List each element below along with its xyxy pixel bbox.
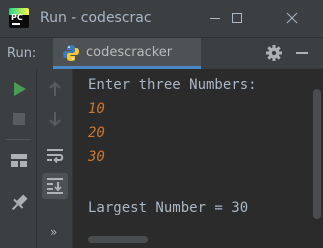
run-toolbar	[0, 69, 37, 248]
console-input-line: 30	[88, 149, 105, 165]
title-bar: PC Run - codescrac	[0, 0, 323, 37]
scroll-to-end-button[interactable]	[42, 173, 68, 199]
hide-icon	[296, 52, 308, 54]
toolbar-divider	[6, 139, 31, 140]
console-line: Largest Number = 30	[88, 200, 249, 216]
hide-panel-button[interactable]	[293, 44, 311, 62]
run-tab-label: codescracker	[86, 45, 173, 60]
pin-tab-button[interactable]	[7, 191, 31, 215]
console-input-line: 10	[88, 101, 105, 117]
console-output[interactable]: Enter three Numbers: 10 20 30 Largest Nu…	[73, 69, 323, 248]
stop-button[interactable]	[7, 107, 31, 131]
close-button[interactable]	[270, 0, 314, 37]
run-icon	[14, 82, 26, 96]
layout-icon	[11, 154, 27, 167]
down-arrow-icon	[49, 112, 61, 127]
rerun-button[interactable]	[7, 77, 31, 101]
ide-window: PC Run - codescrac Run: codescracker » E…	[0, 0, 323, 248]
run-panel-header: Run: codescracker	[0, 37, 323, 69]
pycharm-logo-icon: PC	[9, 8, 29, 28]
pin-icon	[11, 194, 28, 211]
more-actions-button[interactable]: »	[50, 225, 57, 239]
run-label: Run:	[7, 46, 37, 61]
horizontal-scrollbar[interactable]	[88, 236, 148, 243]
console-toolbar: »	[37, 69, 73, 248]
gear-icon	[266, 45, 282, 61]
restore-layout-button[interactable]	[7, 149, 31, 173]
run-tab-codescracker[interactable]: codescracker	[53, 38, 201, 69]
python-icon	[63, 45, 79, 61]
console-line: Enter three Numbers:	[88, 77, 257, 93]
vertical-scrollbar[interactable]	[313, 89, 321, 219]
close-icon	[286, 12, 298, 24]
up-arrow-icon	[49, 81, 61, 96]
window-title: Run - codescrac	[40, 10, 152, 26]
previous-occurrence-button[interactable]	[43, 77, 67, 101]
next-occurrence-button[interactable]	[43, 107, 67, 131]
settings-button[interactable]	[265, 44, 283, 62]
soft-wrap-icon	[47, 149, 64, 164]
scroll-to-end-icon	[47, 178, 63, 194]
console-input-line: 20	[88, 125, 105, 141]
maximize-icon	[232, 13, 242, 23]
stop-icon	[13, 113, 25, 125]
maximize-button[interactable]	[215, 0, 259, 37]
soft-wrap-button[interactable]	[43, 143, 67, 167]
